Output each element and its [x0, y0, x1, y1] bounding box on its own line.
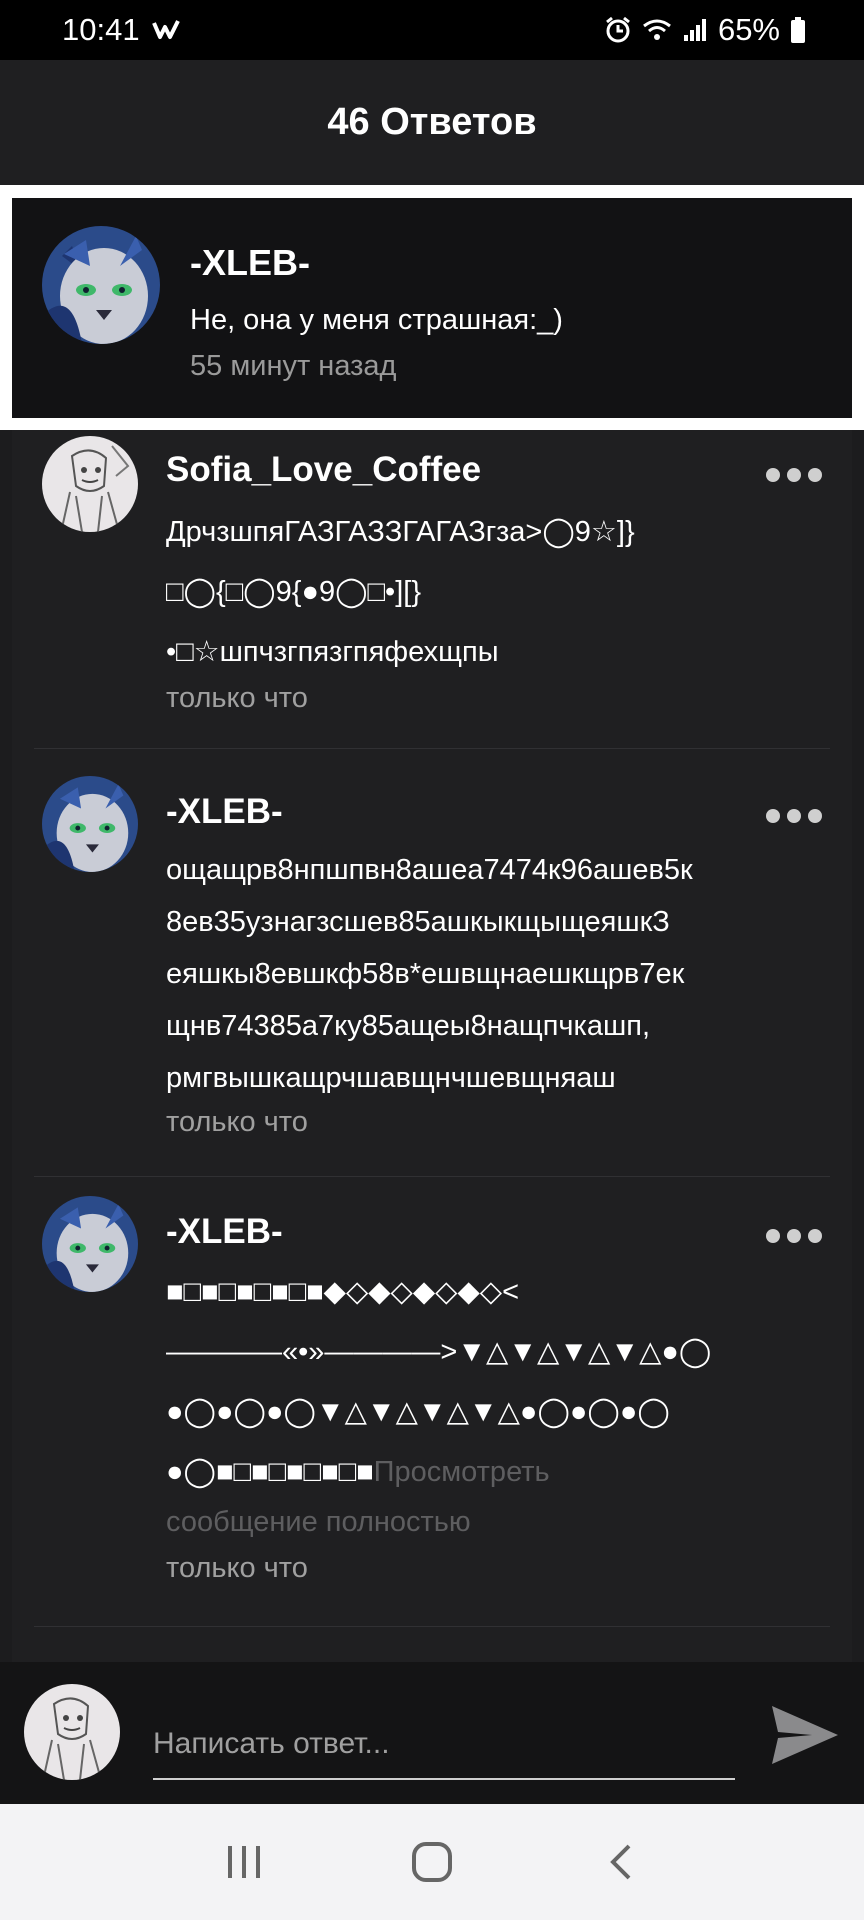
comment-text-line: □◯{□◯9{●9◯□•][} — [166, 576, 422, 608]
parent-comment-text: Не, она у меня страшная:_) — [190, 304, 563, 336]
comment-time: только что — [166, 682, 308, 714]
comment-list[interactable]: Sofia_Love_Coffee ДрчзшпяГАЗГАЗЗГАГАЗгза… — [12, 430, 852, 1662]
comment-text-line: еяшкы8евшкф58в*ешвщнаешкщрв7ек — [166, 958, 685, 990]
avatar[interactable] — [42, 436, 138, 532]
status-bar: 10:41 65% — [0, 0, 864, 60]
back-icon[interactable] — [585, 1827, 655, 1897]
replies-header: 46 Ответов — [0, 60, 864, 185]
divider — [34, 1176, 830, 1177]
more-dots-icon[interactable] — [766, 806, 822, 826]
page-title: 46 Ответов — [327, 101, 537, 143]
comment-text-line: ————«•»————>▼△▼△▼△▼△●◯ — [166, 1336, 712, 1368]
battery-percent: 65% — [717, 12, 780, 47]
recents-icon[interactable] — [209, 1827, 279, 1897]
view-full-link[interactable]: Просмотреть — [374, 1456, 550, 1488]
comment-text-line: ●◯●◯●◯▼△▼△▼△▼△●◯●◯●◯ — [166, 1396, 670, 1428]
reply-input[interactable] — [153, 1710, 735, 1780]
comment-text-line: ДрчзшпяГАЗГАЗЗГАГАЗгза>◯9☆]} — [166, 516, 635, 548]
battery-icon — [790, 16, 806, 44]
list-item[interactable]: -XLEB- ощащрв8нпшпвн8ашеа7474к96ашев5к 8… — [12, 760, 852, 1180]
comment-author-name[interactable]: -XLEB- — [166, 792, 283, 832]
comment-time: только что — [166, 1106, 308, 1138]
list-item[interactable]: -XLEB- ■□■□■□■□■◆◇◆◇◆◇◆◇< ————«•»————>▼△… — [12, 1180, 852, 1640]
signal-icon — [682, 17, 708, 43]
comment-text-fragment: ●◯■□■□■□■□■ — [166, 1456, 374, 1488]
comment-author-name[interactable]: Sofia_Love_Coffee — [166, 450, 481, 490]
divider — [34, 1626, 830, 1627]
home-icon[interactable] — [397, 1827, 467, 1897]
comment-text-line: рмгвышкащрчшавщнчшевщняаш — [166, 1062, 616, 1094]
divider — [34, 748, 830, 749]
avatar[interactable] — [42, 1196, 138, 1292]
comment-text-line: щнв74385а7ку85ащеы8нащпчкашп, — [166, 1010, 651, 1042]
view-full-link-continued[interactable]: сообщение полностью — [166, 1506, 471, 1539]
app-notification-icon — [151, 19, 182, 41]
alarm-icon — [604, 16, 632, 44]
comment-text-line: ●◯■□■□■□■□■Просмотреть — [166, 1454, 550, 1489]
avatar[interactable] — [42, 226, 160, 344]
system-nav-bar — [0, 1804, 864, 1920]
list-item[interactable]: Sofia_Love_Coffee ДрчзшпяГАЗГАЗЗГАГАЗгза… — [12, 430, 852, 760]
comment-text-line: •□☆шпчзгпязгпяфехщпы — [166, 636, 499, 668]
parent-author-name[interactable]: -XLEB- — [190, 242, 310, 284]
more-dots-icon[interactable] — [766, 465, 822, 485]
comment-text-line: 8ев35узнагзсшев85ашкыкщыщеяшкЗ — [166, 906, 670, 938]
send-icon[interactable] — [768, 1700, 842, 1770]
more-dots-icon[interactable] — [766, 1226, 822, 1246]
avatar[interactable] — [42, 776, 138, 872]
status-left: 10:41 — [62, 12, 182, 48]
status-time: 10:41 — [62, 12, 140, 47]
comment-author-name[interactable]: -XLEB- — [166, 1212, 283, 1252]
comment-text-line: ощащрв8нпшпвн8ашеа7474к96ашев5к — [166, 854, 693, 886]
comment-time: только что — [166, 1552, 308, 1584]
wifi-icon — [642, 18, 672, 42]
parent-comment-time: 55 минут назад — [190, 350, 397, 382]
comment-text-line: ■□■□■□■□■◆◇◆◇◆◇◆◇< — [166, 1276, 519, 1308]
avatar — [24, 1684, 120, 1780]
status-right: 65% — [604, 12, 806, 48]
